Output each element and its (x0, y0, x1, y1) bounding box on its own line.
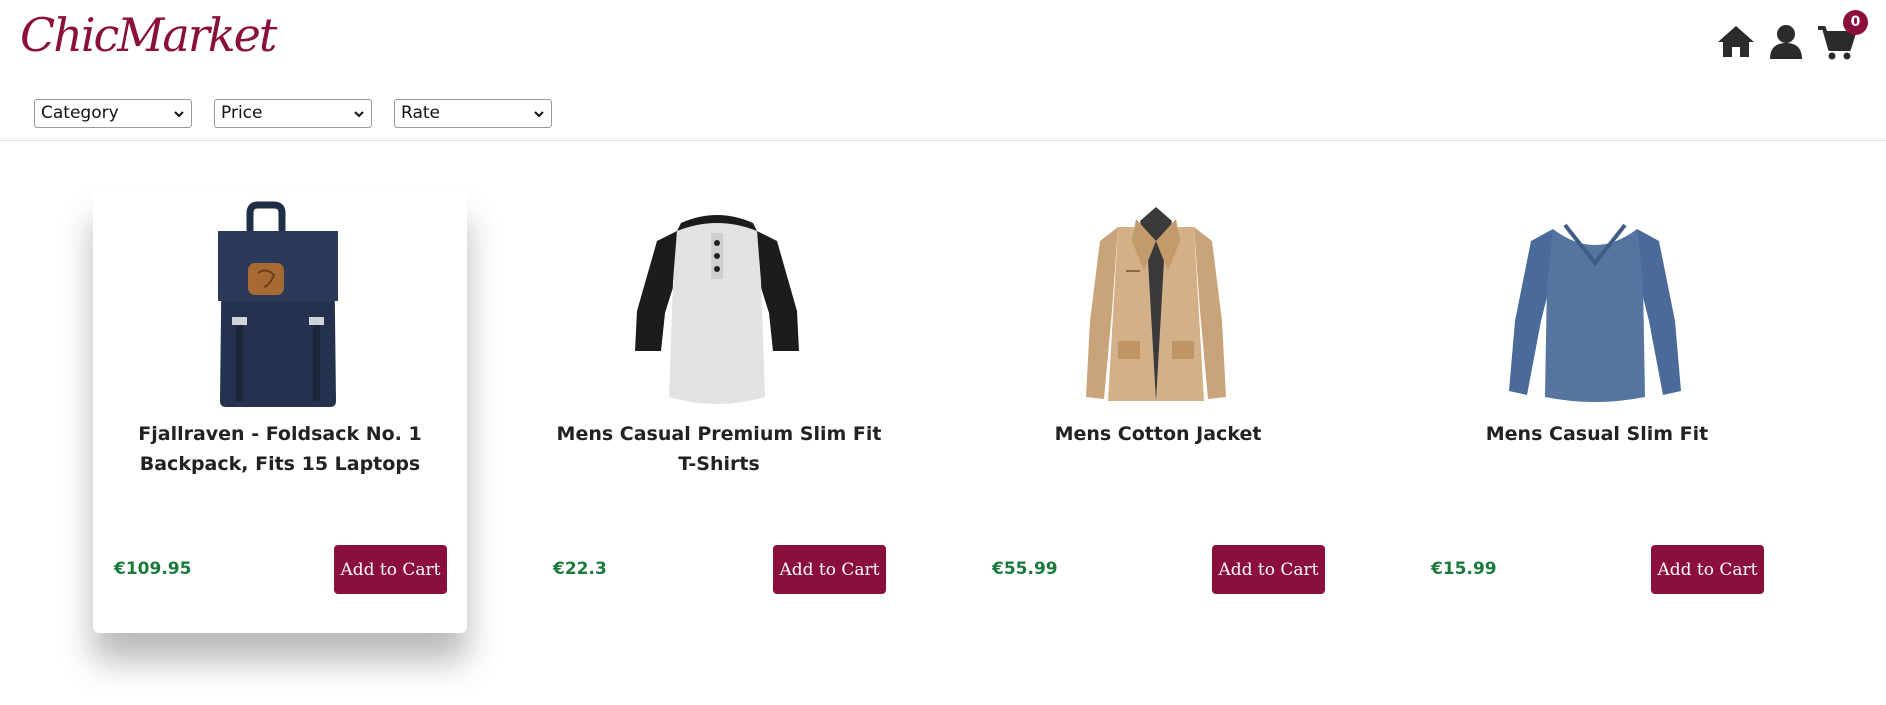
chevron-down-icon (534, 111, 544, 118)
product-card[interactable]: Fjallraven - Foldsack No. 1 Backpack, Fi… (93, 191, 467, 633)
product-card[interactable]: Mens Casual Slim Fit €15.99 Add to Cart (1410, 191, 1784, 633)
product-grid: Fjallraven - Foldsack No. 1 Backpack, Fi… (0, 141, 1886, 705)
backpack-image (218, 201, 338, 407)
slim-fit-shirt-image (1509, 223, 1681, 402)
add-to-cart-button[interactable]: Add to Cart (1651, 545, 1764, 594)
home-icon[interactable] (1716, 22, 1756, 62)
category-select-value: Category (41, 103, 119, 123)
chevron-down-icon (354, 111, 364, 118)
add-to-cart-button[interactable]: Add to Cart (773, 545, 886, 594)
product-price: €55.99 (992, 559, 1058, 579)
product-title: Mens Casual Premium Slim Fit T-Shirts (556, 423, 882, 475)
product-price: €15.99 (1431, 559, 1497, 579)
category-select[interactable]: Category (34, 99, 192, 128)
add-to-cart-button[interactable]: Add to Cart (1212, 545, 1325, 594)
brand-logo[interactable]: ChicMarket (20, 8, 277, 62)
chevron-down-icon (174, 111, 184, 118)
product-card[interactable]: Mens Casual Premium Slim Fit T-Shirts €2… (532, 191, 906, 633)
site-header: ChicMarket 0 Category Price Rate (0, 0, 1886, 141)
cotton-jacket-image (1086, 207, 1226, 401)
product-price: €22.3 (553, 559, 607, 579)
user-icon[interactable] (1766, 22, 1806, 62)
rate-select-value: Rate (401, 103, 440, 123)
raglan-tshirt-image (635, 215, 799, 404)
product-price: €109.95 (114, 559, 192, 579)
price-select-value: Price (221, 103, 263, 123)
product-title: Fjallraven - Foldsack No. 1 Backpack, Fi… (138, 423, 422, 475)
product-title: Mens Cotton Jacket (1054, 423, 1262, 445)
rate-select[interactable]: Rate (394, 99, 552, 128)
product-card[interactable]: Mens Cotton Jacket €55.99 Add to Cart (971, 191, 1345, 633)
add-to-cart-button[interactable]: Add to Cart (334, 545, 447, 594)
product-title: Mens Casual Slim Fit (1485, 423, 1709, 445)
price-select[interactable]: Price (214, 99, 372, 128)
cart-count-badge: 0 (1843, 10, 1868, 35)
